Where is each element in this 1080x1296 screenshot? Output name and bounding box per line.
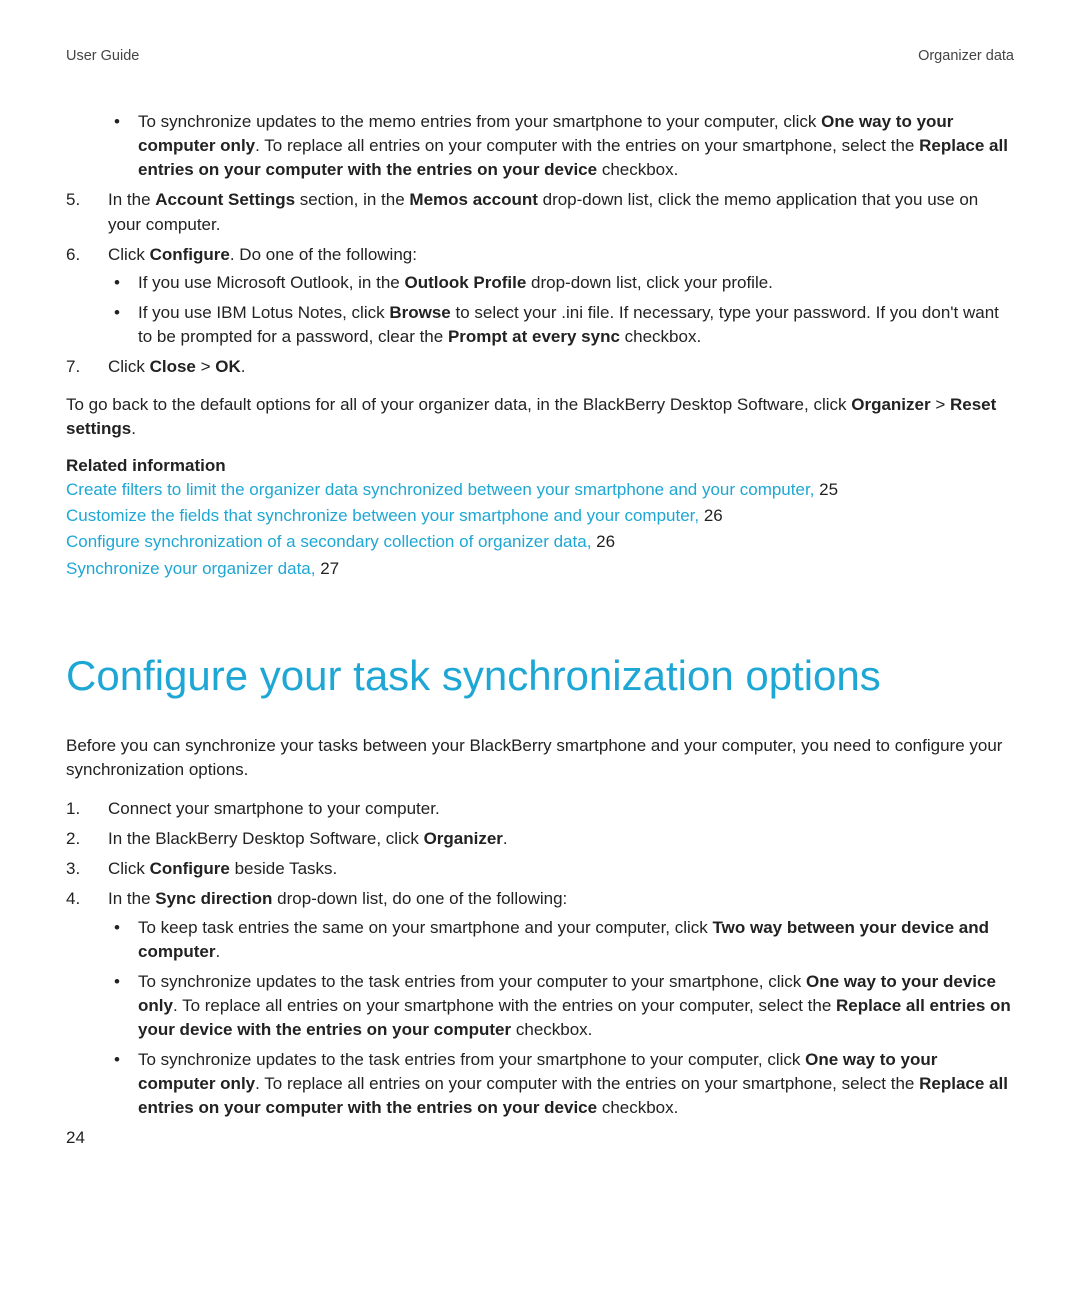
related-link-3: Configure synchronization of a secondary… (66, 530, 1014, 554)
memo-default-options-para: To go back to the default options for al… (66, 393, 1014, 440)
related-link-1-text[interactable]: Create filters to limit the organizer da… (66, 480, 814, 499)
task-step-4-bullet-twoway: To keep task entries the same on your sm… (66, 916, 1014, 964)
task-step-4-bullet-oneway-device: To synchronize updates to the task entri… (66, 970, 1014, 1042)
task-step-1: Connect your smartphone to your computer… (66, 797, 1014, 821)
memo-step-6-bullets: If you use Microsoft Outlook, in the Out… (66, 271, 1014, 349)
task-step-3: Click Configure beside Tasks. (66, 857, 1014, 881)
task-intro: Before you can synchronize your tasks be… (66, 734, 1014, 781)
related-link-2-text[interactable]: Customize the fields that synchronize be… (66, 506, 699, 525)
related-link-4-text[interactable]: Synchronize your organizer data, (66, 559, 315, 578)
page-number: 24 (66, 1128, 85, 1148)
header-left: User Guide (66, 48, 139, 64)
task-step-2: In the BlackBerry Desktop Software, clic… (66, 827, 1014, 851)
page-header: User Guide Organizer data (66, 48, 1014, 64)
related-link-2: Customize the fields that synchronize be… (66, 504, 1014, 528)
memo-step-5: In the Account Settings section, in the … (66, 188, 1014, 236)
task-section-title: Configure your task synchronization opti… (66, 651, 1014, 701)
memo-bullet-oneway-computer: To synchronize updates to the memo entri… (66, 110, 1014, 182)
memo-step-6: Click Configure. Do one of the following… (66, 243, 1014, 350)
task-step-4-bullets: To keep task entries the same on your sm… (66, 916, 1014, 1121)
header-right: Organizer data (918, 48, 1014, 64)
task-step-4: In the Sync direction drop-down list, do… (66, 887, 1014, 1120)
related-link-4: Synchronize your organizer data, 27 (66, 557, 1014, 581)
page-container: User Guide Organizer data To synchronize… (0, 0, 1080, 1296)
memo-steps: In the Account Settings section, in the … (66, 188, 1014, 379)
task-steps: Connect your smartphone to your computer… (66, 797, 1014, 1121)
related-link-1: Create filters to limit the organizer da… (66, 478, 1014, 502)
related-link-3-text[interactable]: Configure synchronization of a secondary… (66, 532, 591, 551)
memo-bullets-continued: To synchronize updates to the memo entri… (66, 110, 1014, 182)
memo-step-7: Click Close > OK. (66, 355, 1014, 379)
task-step-4-bullet-oneway-computer: To synchronize updates to the task entri… (66, 1048, 1014, 1120)
memo-step-6-bullet-lotus: If you use IBM Lotus Notes, click Browse… (66, 301, 1014, 349)
memo-step-6-bullet-outlook: If you use Microsoft Outlook, in the Out… (66, 271, 1014, 295)
related-information-heading: Related information (66, 456, 1014, 476)
